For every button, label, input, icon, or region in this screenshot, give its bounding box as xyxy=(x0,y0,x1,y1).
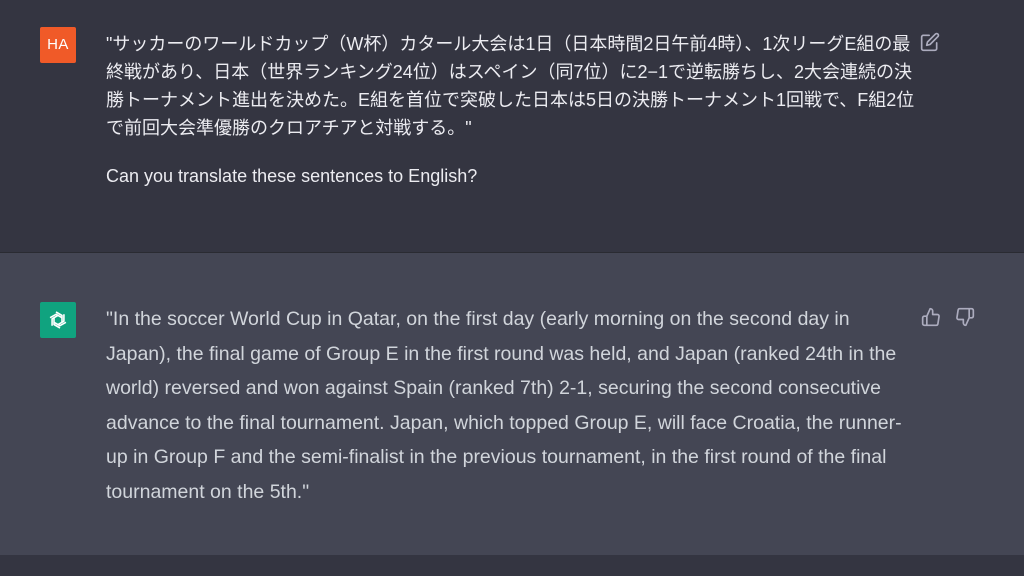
user-message-block: HA "サッカーのワールドカップ（W杯）カタール大会は1日（日本時間2日午前4時… xyxy=(0,0,1024,253)
user-message-question: Can you translate these sentences to Eng… xyxy=(106,166,478,186)
thumbs-down-button[interactable] xyxy=(954,306,976,328)
assistant-message-text: "In the soccer World Cup in Qatar, on th… xyxy=(106,308,902,503)
bottom-bar xyxy=(0,555,1024,576)
openai-logo-icon xyxy=(49,311,67,329)
assistant-avatar xyxy=(40,302,76,338)
user-avatar: HA xyxy=(40,27,76,63)
thumbs-down-icon xyxy=(956,307,975,327)
edit-icon xyxy=(920,32,940,52)
thumbs-up-button[interactable] xyxy=(920,306,942,328)
user-message-text: "サッカーのワールドカップ（W杯）カタール大会は1日（日本時間2日午前4時）、1… xyxy=(106,30,916,190)
thumbs-up-icon xyxy=(921,307,940,327)
user-message-quote: "サッカーのワールドカップ（W杯）カタール大会は1日（日本時間2日午前4時）、1… xyxy=(106,34,915,138)
edit-message-button[interactable] xyxy=(918,30,942,54)
